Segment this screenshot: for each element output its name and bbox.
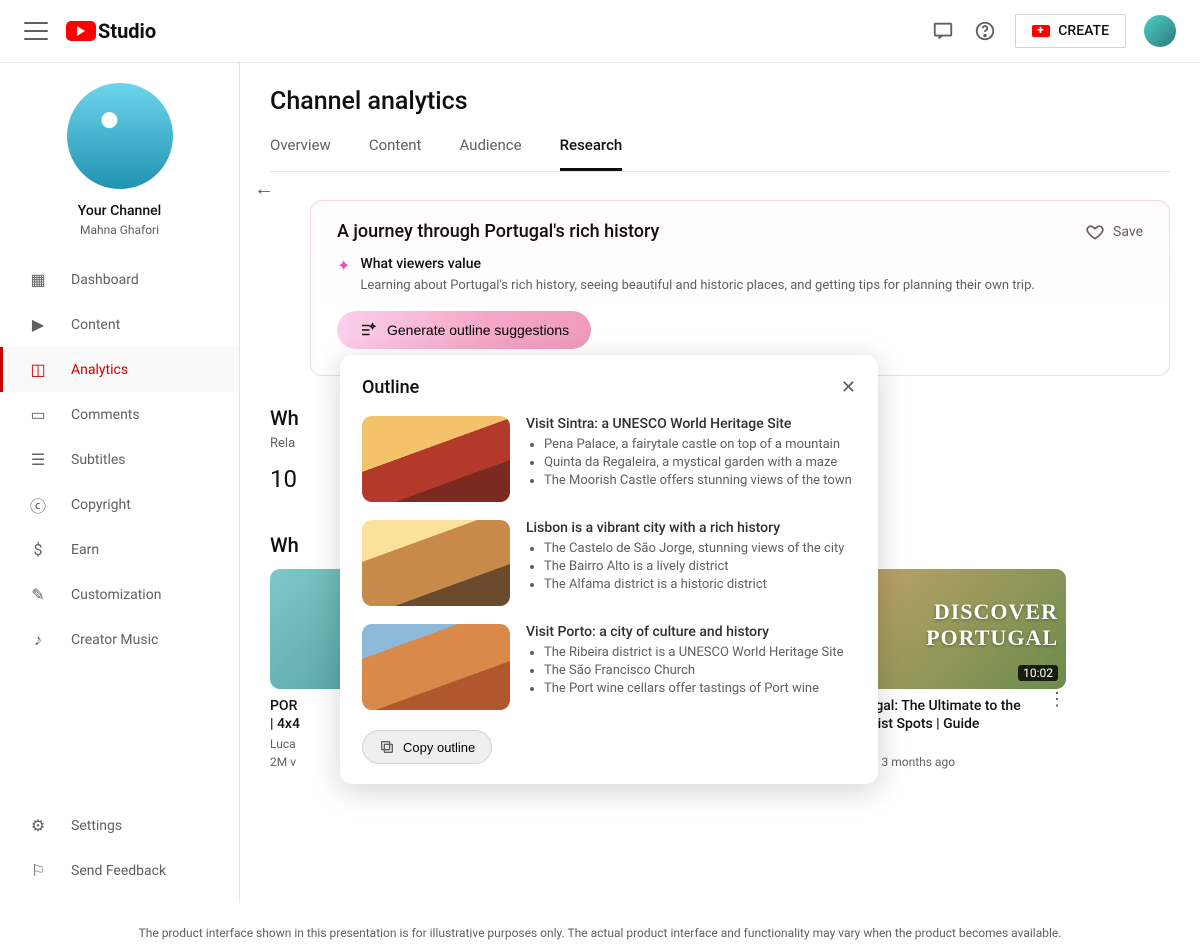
video-duration: 10:02: [1018, 665, 1058, 681]
outline-bullet: The Castelo de São Jorge, stunning views…: [544, 541, 844, 556]
main-content: Channel analytics Overview Content Audie…: [240, 63, 1200, 903]
logo-text: Studio: [98, 19, 156, 43]
nav-settings[interactable]: ⚙Settings: [0, 803, 239, 848]
generate-label: Generate outline suggestions: [387, 322, 569, 338]
nav-content[interactable]: ▶Content: [0, 302, 239, 347]
video-title: POR| 4x4: [270, 697, 300, 733]
outline-item: Visit Porto: a city of culture and histo…: [362, 624, 856, 710]
create-button[interactable]: CREATE: [1015, 14, 1126, 48]
thumbnail-overlay-text: DISCOVERPORTUGAL: [926, 599, 1058, 651]
youtube-icon: [66, 21, 96, 41]
tabs: Overview Content Audience Research: [270, 124, 1170, 172]
outline-heading: Visit Sintra: a UNESCO World Heritage Si…: [526, 416, 852, 432]
outline-bullet: The Bairro Alto is a lively district: [544, 559, 844, 574]
back-arrow-icon[interactable]: ←: [254, 176, 274, 201]
tab-overview[interactable]: Overview: [270, 124, 331, 171]
tab-audience[interactable]: Audience: [459, 124, 521, 171]
copy-icon: [379, 739, 395, 755]
outline-thumbnail: [362, 416, 510, 502]
hamburger-icon[interactable]: [24, 22, 48, 40]
create-label: CREATE: [1058, 23, 1109, 39]
card-title: A journey through Portugal's rich histor…: [337, 221, 659, 242]
value-heading: What viewers value: [360, 256, 1034, 272]
outline-popover: Outline ✕ Visit Sintra: a UNESCO World H…: [340, 355, 878, 784]
sparkle-icon: ✦: [337, 256, 350, 275]
outline-bullet: The Port wine cellars offer tastings of …: [544, 681, 844, 696]
disclaimer: The product interface shown in this pres…: [0, 926, 1200, 940]
earn-icon: $: [27, 540, 49, 559]
channel-avatar[interactable]: [67, 83, 173, 189]
content-icon: ▶: [27, 315, 49, 334]
analytics-icon: ◫: [27, 360, 49, 379]
video-channel: Luca: [270, 737, 300, 751]
account-avatar[interactable]: [1144, 15, 1176, 47]
outline-bullet: The Ribeira district is a UNESCO World H…: [544, 645, 844, 660]
tab-research[interactable]: Research: [560, 124, 623, 171]
top-bar: Studio CREATE: [0, 0, 1200, 63]
copyright-icon: ⓒ: [27, 493, 49, 517]
music-icon: ♪: [27, 630, 49, 650]
nav-copyright[interactable]: ⓒCopyright: [0, 482, 239, 527]
outline-item: Visit Sintra: a UNESCO World Heritage Si…: [362, 416, 856, 502]
outline-bullet: Quinta da Regaleira, a mystical garden w…: [544, 455, 852, 470]
chat-icon[interactable]: [931, 19, 955, 43]
create-icon: [1032, 25, 1050, 37]
studio-logo[interactable]: Studio: [66, 19, 156, 43]
page-title: Channel analytics: [270, 87, 1170, 116]
value-text: Learning about Portugal's rich history, …: [360, 278, 1034, 293]
sidebar: Your Channel Mahna Ghafori ▦Dashboard ▶C…: [0, 63, 240, 903]
nav-comments[interactable]: ▭Comments: [0, 392, 239, 437]
subtitles-icon: ☰: [27, 450, 49, 469]
save-button[interactable]: Save: [1085, 222, 1143, 242]
outline-bullet: The Moorish Castle offers stunning views…: [544, 473, 852, 488]
nav-dashboard[interactable]: ▦Dashboard: [0, 257, 239, 302]
outline-bullet: The Alfama district is a historic distri…: [544, 577, 844, 592]
help-icon[interactable]: [973, 19, 997, 43]
nav-feedback[interactable]: ⚐Send Feedback: [0, 848, 239, 893]
outline-item: Lisbon is a vibrant city with a rich his…: [362, 520, 856, 606]
outline-thumbnail: [362, 520, 510, 606]
tab-content[interactable]: Content: [369, 124, 422, 171]
outline-heading: Visit Porto: a city of culture and histo…: [526, 624, 844, 640]
outline-bullet: The São Francisco Church: [544, 663, 844, 678]
outline-thumbnail: [362, 624, 510, 710]
copy-outline-button[interactable]: Copy outline: [362, 730, 492, 764]
popover-title: Outline: [362, 377, 419, 398]
heart-icon: [1085, 222, 1105, 242]
outline-bullet: Pena Palace, a fairytale castle on top o…: [544, 437, 852, 452]
more-icon[interactable]: ⋮: [1048, 689, 1066, 710]
research-card: A journey through Portugal's rich histor…: [310, 200, 1170, 376]
generate-outline-button[interactable]: Generate outline suggestions: [337, 311, 591, 349]
nav-earn[interactable]: $Earn: [0, 527, 239, 572]
nav-customization[interactable]: ✎Customization: [0, 572, 239, 617]
feedback-icon: ⚐: [27, 861, 49, 880]
nav-creator-music[interactable]: ♪Creator Music: [0, 617, 239, 662]
copy-label: Copy outline: [403, 740, 475, 755]
customization-icon: ✎: [27, 585, 49, 604]
nav-subtitles[interactable]: ☰Subtitles: [0, 437, 239, 482]
nav-analytics[interactable]: ◫Analytics: [0, 347, 239, 392]
dashboard-icon: ▦: [27, 270, 49, 289]
close-icon[interactable]: ✕: [841, 377, 856, 398]
comments-icon: ▭: [27, 405, 49, 424]
save-label: Save: [1113, 224, 1143, 240]
video-meta: 2M v: [270, 755, 300, 769]
list-sparkle-icon: [359, 321, 377, 339]
channel-label: Your Channel: [0, 203, 239, 219]
channel-name: Mahna Ghafori: [0, 223, 239, 237]
outline-heading: Lisbon is a vibrant city with a rich his…: [526, 520, 844, 536]
gear-icon: ⚙: [27, 816, 49, 835]
